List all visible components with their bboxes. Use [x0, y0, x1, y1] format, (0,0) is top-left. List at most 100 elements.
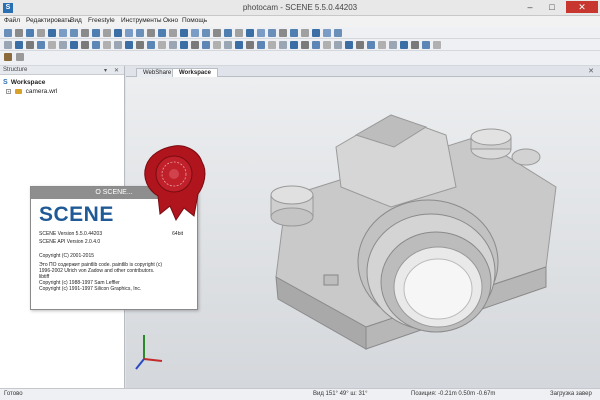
- maximize-button[interactable]: □: [542, 1, 562, 13]
- toolbar-button[interactable]: [213, 41, 221, 49]
- status-position: Позиция: -0.21m 0.50m -0.67m: [411, 391, 496, 397]
- menu-help[interactable]: Помощь: [182, 17, 207, 24]
- tree-item-camera-label: camera.wrl: [25, 88, 58, 95]
- tree-item-workspace[interactable]: S Workspace: [3, 79, 45, 86]
- toolbar-button[interactable]: [4, 53, 12, 61]
- toolbar-button[interactable]: [26, 29, 34, 37]
- toolbar-button[interactable]: [356, 41, 364, 49]
- toolbar-button[interactable]: [312, 41, 320, 49]
- toolbar-button[interactable]: [114, 29, 122, 37]
- menu-edit[interactable]: Редактировать: [26, 17, 71, 24]
- toolbar-button[interactable]: [103, 29, 111, 37]
- toolbar-button[interactable]: [26, 41, 34, 49]
- toolbar-button[interactable]: [235, 29, 243, 37]
- menu-tools[interactable]: Инструменты: [121, 17, 162, 24]
- seal-icon: [144, 145, 206, 222]
- toolbar-button[interactable]: [180, 41, 188, 49]
- menu-freestyle[interactable]: Freestyle: [88, 17, 115, 24]
- scene-logo: SCENE: [39, 203, 114, 226]
- toolbar-button[interactable]: [290, 41, 298, 49]
- toolbar-button[interactable]: [246, 41, 254, 49]
- toolbar-button[interactable]: [268, 41, 276, 49]
- toolbar-button[interactable]: [169, 41, 177, 49]
- toolbar-button[interactable]: [323, 29, 331, 37]
- toolbar-button[interactable]: [202, 41, 210, 49]
- toolbar-button[interactable]: [279, 41, 287, 49]
- toolbar-main: [0, 27, 600, 39]
- toolbar-button[interactable]: [301, 41, 309, 49]
- toolbar-button[interactable]: [224, 41, 232, 49]
- toolbar-button[interactable]: [378, 41, 386, 49]
- toolbar-button[interactable]: [16, 53, 24, 61]
- toolbar-button[interactable]: [70, 29, 78, 37]
- menu-window[interactable]: Окно: [163, 17, 178, 24]
- toolbar-button[interactable]: [334, 29, 342, 37]
- toolbar-button[interactable]: [169, 29, 177, 37]
- paintlib-text-2: 1996-2002 Ulrich von Zadow and other con…: [39, 268, 155, 274]
- toolbar-button[interactable]: [147, 41, 155, 49]
- toolbar-button[interactable]: [334, 41, 342, 49]
- toolbar-button[interactable]: [81, 41, 89, 49]
- tree-item-camera[interactable]: + camera.wrl: [6, 88, 57, 95]
- toolbar-button[interactable]: [37, 29, 45, 37]
- toolbar-button[interactable]: [15, 41, 23, 49]
- toolbar-button[interactable]: [323, 41, 331, 49]
- toolbar-button[interactable]: [312, 29, 320, 37]
- toolbar-button[interactable]: [147, 29, 155, 37]
- toolbar-button[interactable]: [367, 41, 375, 49]
- panel-pin-icon[interactable]: ▾: [104, 67, 107, 74]
- toolbar-button[interactable]: [411, 41, 419, 49]
- toolbar-button[interactable]: [345, 41, 353, 49]
- toolbar-button[interactable]: [15, 29, 23, 37]
- toolbar-button[interactable]: [92, 41, 100, 49]
- menu-view[interactable]: Вид: [70, 17, 82, 24]
- toolbar-button[interactable]: [4, 41, 12, 49]
- toolbar-button[interactable]: [81, 29, 89, 37]
- tree-expander-icon[interactable]: +: [6, 88, 11, 94]
- toolbar-button[interactable]: [422, 41, 430, 49]
- toolbar-button[interactable]: [246, 29, 254, 37]
- toolbar-button[interactable]: [59, 29, 67, 37]
- toolbar-button[interactable]: [59, 41, 67, 49]
- toolbar-button[interactable]: [213, 29, 221, 37]
- menu-file[interactable]: Файл: [4, 17, 20, 24]
- panel-close-icon[interactable]: ✕: [114, 67, 119, 74]
- tree-item-workspace-label: Workspace: [10, 79, 46, 86]
- tab-workspace[interactable]: Workspace: [172, 68, 218, 77]
- toolbar-button[interactable]: [48, 29, 56, 37]
- toolbar-button[interactable]: [125, 29, 133, 37]
- status-loading: Загрузка завер: [550, 391, 592, 397]
- toolbar-button[interactable]: [279, 29, 287, 37]
- toolbar-button[interactable]: [268, 29, 276, 37]
- toolbar-button[interactable]: [37, 41, 45, 49]
- toolbar-button[interactable]: [290, 29, 298, 37]
- toolbar-button[interactable]: [136, 29, 144, 37]
- toolbar-button[interactable]: [191, 41, 199, 49]
- toolbar-button[interactable]: [224, 29, 232, 37]
- toolbar-button[interactable]: [400, 41, 408, 49]
- toolbar-button[interactable]: [433, 41, 441, 49]
- toolbar-button[interactable]: [4, 29, 12, 37]
- toolbar-button[interactable]: [70, 41, 78, 49]
- toolbar-button[interactable]: [202, 29, 210, 37]
- toolbar-button[interactable]: [136, 41, 144, 49]
- toolbar-button[interactable]: [257, 29, 265, 37]
- toolbar-button[interactable]: [114, 41, 122, 49]
- toolbar-button[interactable]: [301, 29, 309, 37]
- toolbar-button[interactable]: [158, 29, 166, 37]
- close-button[interactable]: ✕: [566, 1, 598, 13]
- toolbar-tools: [0, 51, 600, 66]
- toolbar-button[interactable]: [48, 41, 56, 49]
- toolbar-button[interactable]: [257, 41, 265, 49]
- toolbar-button[interactable]: [389, 41, 397, 49]
- minimize-button[interactable]: –: [520, 1, 540, 13]
- toolbar-button[interactable]: [180, 29, 188, 37]
- tab-close-icon[interactable]: ✕: [588, 67, 594, 75]
- toolbar-button[interactable]: [125, 41, 133, 49]
- window-title: photocam - SCENE 5.5.0.44203: [242, 3, 358, 12]
- toolbar-button[interactable]: [103, 41, 111, 49]
- toolbar-button[interactable]: [158, 41, 166, 49]
- toolbar-button[interactable]: [92, 29, 100, 37]
- toolbar-button[interactable]: [191, 29, 199, 37]
- toolbar-button[interactable]: [235, 41, 243, 49]
